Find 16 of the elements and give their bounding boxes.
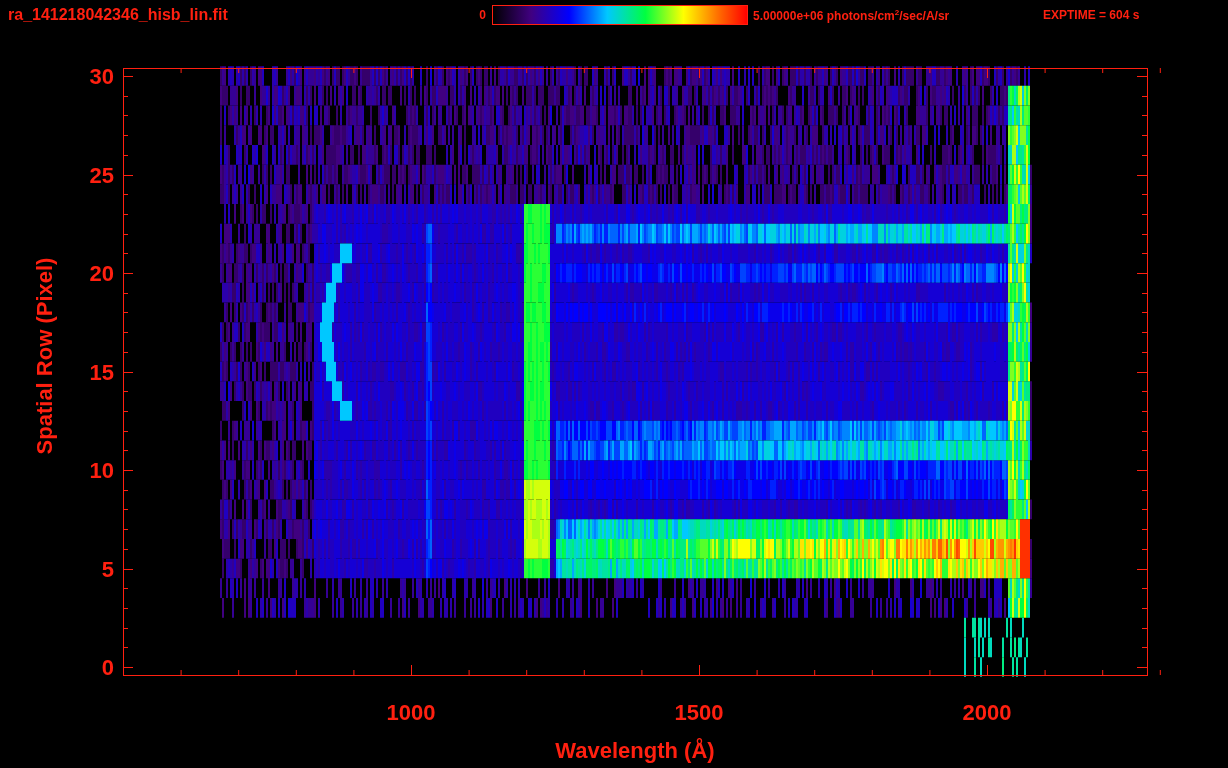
x-tick-label: 1000 <box>386 700 436 725</box>
x-tick-label: 1500 <box>674 700 724 725</box>
y-tick-label: 30 <box>89 64 114 89</box>
y-tick-label: 25 <box>89 162 114 188</box>
y-tick-label: 15 <box>89 359 114 385</box>
x-axis-label: Wavelength (Å) <box>555 738 715 763</box>
exposure-time: EXPTIME = 604 s <box>1043 8 1140 22</box>
y-tick-label: 20 <box>89 261 114 286</box>
y-tick-label: 5 <box>101 556 114 582</box>
y-tick-label: 10 <box>89 458 114 483</box>
x-tick-label: 2000 <box>962 700 1012 725</box>
colorbar-max-label: 5.00000e+06 photons/cm$^{2}$/sec/A/sr <box>753 7 951 23</box>
y-tick-label: 0 <box>101 655 114 680</box>
y-axis-label: Spatial Row (Pixel) <box>32 257 57 455</box>
plot-title: ra_141218042346_hisb_lin.fit <box>8 6 229 24</box>
colorbar-min-label: 0 <box>478 8 486 22</box>
